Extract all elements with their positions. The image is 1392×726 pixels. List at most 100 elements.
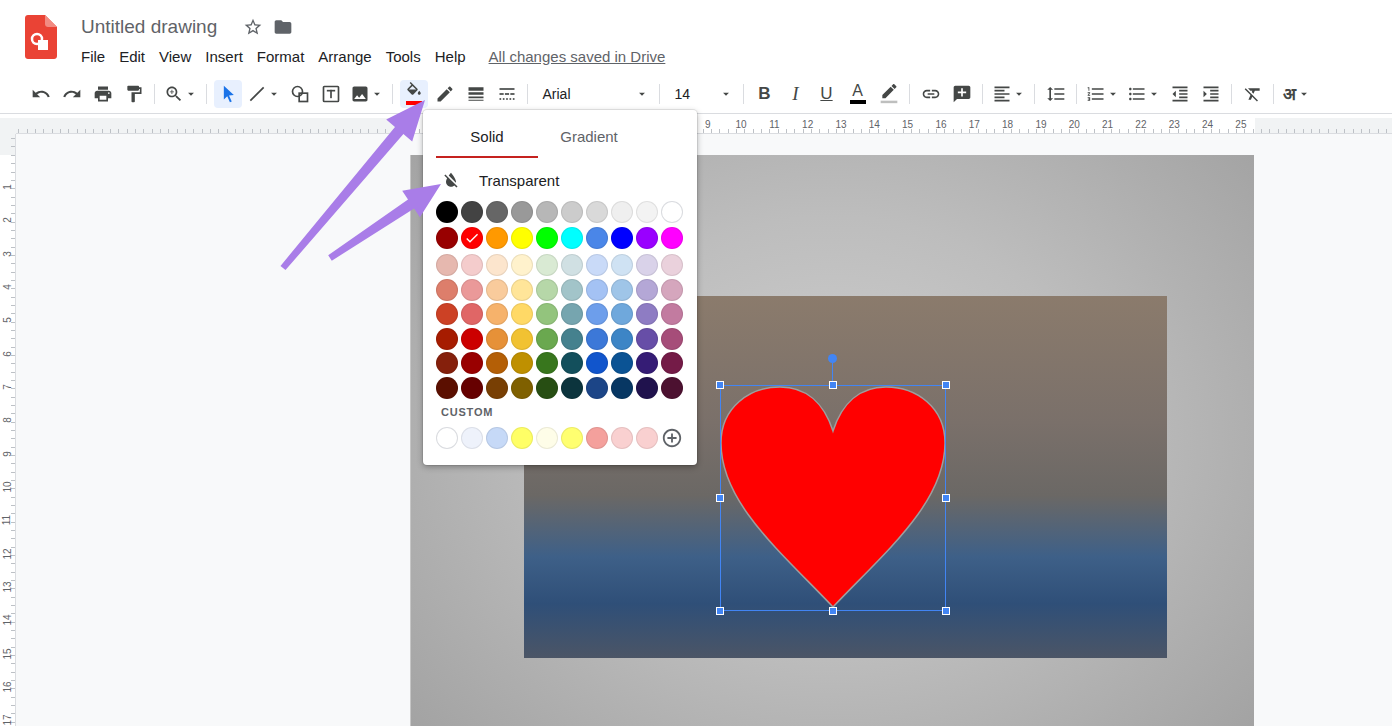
color-swatch[interactable] — [661, 303, 683, 325]
link-button[interactable] — [917, 80, 945, 108]
color-swatch[interactable] — [561, 377, 583, 399]
color-swatch[interactable] — [486, 377, 508, 399]
drawings-logo-icon[interactable] — [25, 15, 57, 59]
color-swatch[interactable] — [436, 227, 458, 249]
input-tools-button[interactable]: अ — [1281, 80, 1313, 108]
line-button[interactable] — [245, 80, 283, 108]
color-swatch[interactable] — [436, 279, 458, 301]
color-swatch[interactable] — [461, 427, 483, 449]
color-swatch[interactable] — [661, 201, 683, 223]
color-swatch[interactable] — [511, 254, 533, 276]
fill-color-button[interactable] — [400, 80, 428, 108]
color-swatch[interactable] — [511, 328, 533, 350]
increase-indent-button[interactable] — [1197, 80, 1225, 108]
underline-button[interactable]: U — [813, 80, 841, 108]
color-swatch[interactable] — [661, 279, 683, 301]
color-swatch[interactable] — [561, 427, 583, 449]
color-swatch[interactable] — [561, 328, 583, 350]
color-swatch[interactable] — [486, 303, 508, 325]
decrease-indent-button[interactable] — [1166, 80, 1194, 108]
color-swatch[interactable] — [461, 254, 483, 276]
color-swatch[interactable] — [611, 427, 633, 449]
line-spacing-button[interactable] — [1042, 80, 1070, 108]
menu-item[interactable]: Format — [250, 45, 312, 68]
bulleted-list-button[interactable] — [1125, 80, 1163, 108]
border-color-button[interactable] — [431, 80, 459, 108]
color-swatch[interactable] — [486, 227, 508, 249]
undo-button[interactable] — [27, 80, 55, 108]
color-swatch[interactable] — [661, 352, 683, 374]
color-swatch[interactable] — [636, 427, 658, 449]
shape-button[interactable] — [286, 80, 314, 108]
color-swatch[interactable] — [561, 279, 583, 301]
heart-shape[interactable] — [720, 385, 946, 611]
color-swatch[interactable] — [486, 254, 508, 276]
color-swatch[interactable] — [511, 279, 533, 301]
color-swatch[interactable] — [511, 427, 533, 449]
add-custom-color-icon[interactable] — [661, 427, 683, 449]
color-swatch[interactable] — [636, 352, 658, 374]
color-swatch[interactable] — [511, 303, 533, 325]
star-icon[interactable] — [243, 17, 263, 37]
color-swatch[interactable] — [561, 352, 583, 374]
color-swatch[interactable] — [486, 279, 508, 301]
horizontal-ruler[interactable]: 910111213141516171819202122232425 — [16, 118, 1392, 134]
paint-format-button[interactable] — [120, 80, 148, 108]
border-dash-button[interactable] — [493, 80, 521, 108]
menu-item[interactable]: File — [74, 45, 112, 68]
redo-button[interactable] — [58, 80, 86, 108]
resize-handle[interactable] — [942, 381, 950, 389]
color-swatch[interactable] — [636, 377, 658, 399]
resize-handle[interactable] — [829, 381, 837, 389]
zoom-button[interactable] — [162, 80, 200, 108]
color-swatch[interactable] — [611, 328, 633, 350]
color-swatch[interactable] — [536, 303, 558, 325]
color-swatch[interactable] — [636, 227, 658, 249]
color-swatch[interactable] — [586, 328, 608, 350]
color-swatch[interactable] — [636, 279, 658, 301]
color-swatch[interactable] — [611, 377, 633, 399]
color-swatch[interactable] — [486, 328, 508, 350]
border-weight-button[interactable] — [462, 80, 490, 108]
color-swatch[interactable] — [436, 427, 458, 449]
bold-button[interactable]: B — [751, 80, 779, 108]
color-swatch[interactable] — [486, 427, 508, 449]
color-swatch[interactable] — [561, 201, 583, 223]
color-swatch[interactable] — [436, 328, 458, 350]
color-swatch[interactable] — [461, 377, 483, 399]
color-swatch[interactable] — [486, 352, 508, 374]
color-swatch[interactable] — [586, 352, 608, 374]
color-swatch[interactable] — [586, 303, 608, 325]
font-size-button[interactable]: 14 — [667, 80, 737, 108]
color-swatch[interactable] — [561, 303, 583, 325]
color-swatch[interactable] — [486, 201, 508, 223]
text-color-button[interactable]: A — [844, 80, 872, 108]
color-swatch[interactable] — [636, 254, 658, 276]
document-title[interactable]: Untitled drawing — [81, 14, 217, 40]
folder-icon[interactable] — [273, 17, 293, 37]
color-swatch[interactable] — [511, 377, 533, 399]
comment-button[interactable] — [948, 80, 976, 108]
color-swatch[interactable] — [661, 377, 683, 399]
color-swatch[interactable] — [611, 352, 633, 374]
color-swatch[interactable] — [586, 227, 608, 249]
color-swatch[interactable] — [536, 227, 558, 249]
color-swatch[interactable] — [536, 201, 558, 223]
color-swatch[interactable] — [586, 377, 608, 399]
color-swatch[interactable] — [661, 254, 683, 276]
resize-handle[interactable] — [716, 494, 724, 502]
color-swatch[interactable] — [536, 377, 558, 399]
color-swatch[interactable] — [536, 328, 558, 350]
menu-item[interactable]: Arrange — [311, 45, 378, 68]
color-swatch[interactable] — [536, 254, 558, 276]
color-swatch[interactable] — [511, 352, 533, 374]
align-button[interactable] — [990, 80, 1028, 108]
menu-item[interactable]: Help — [428, 45, 473, 68]
color-swatch[interactable] — [461, 279, 483, 301]
color-swatch[interactable] — [461, 352, 483, 374]
menu-item[interactable]: Insert — [198, 45, 250, 68]
text-box-button[interactable] — [317, 80, 345, 108]
menu-item[interactable]: Edit — [112, 45, 152, 68]
numbered-list-button[interactable] — [1084, 80, 1122, 108]
color-swatch[interactable] — [586, 279, 608, 301]
